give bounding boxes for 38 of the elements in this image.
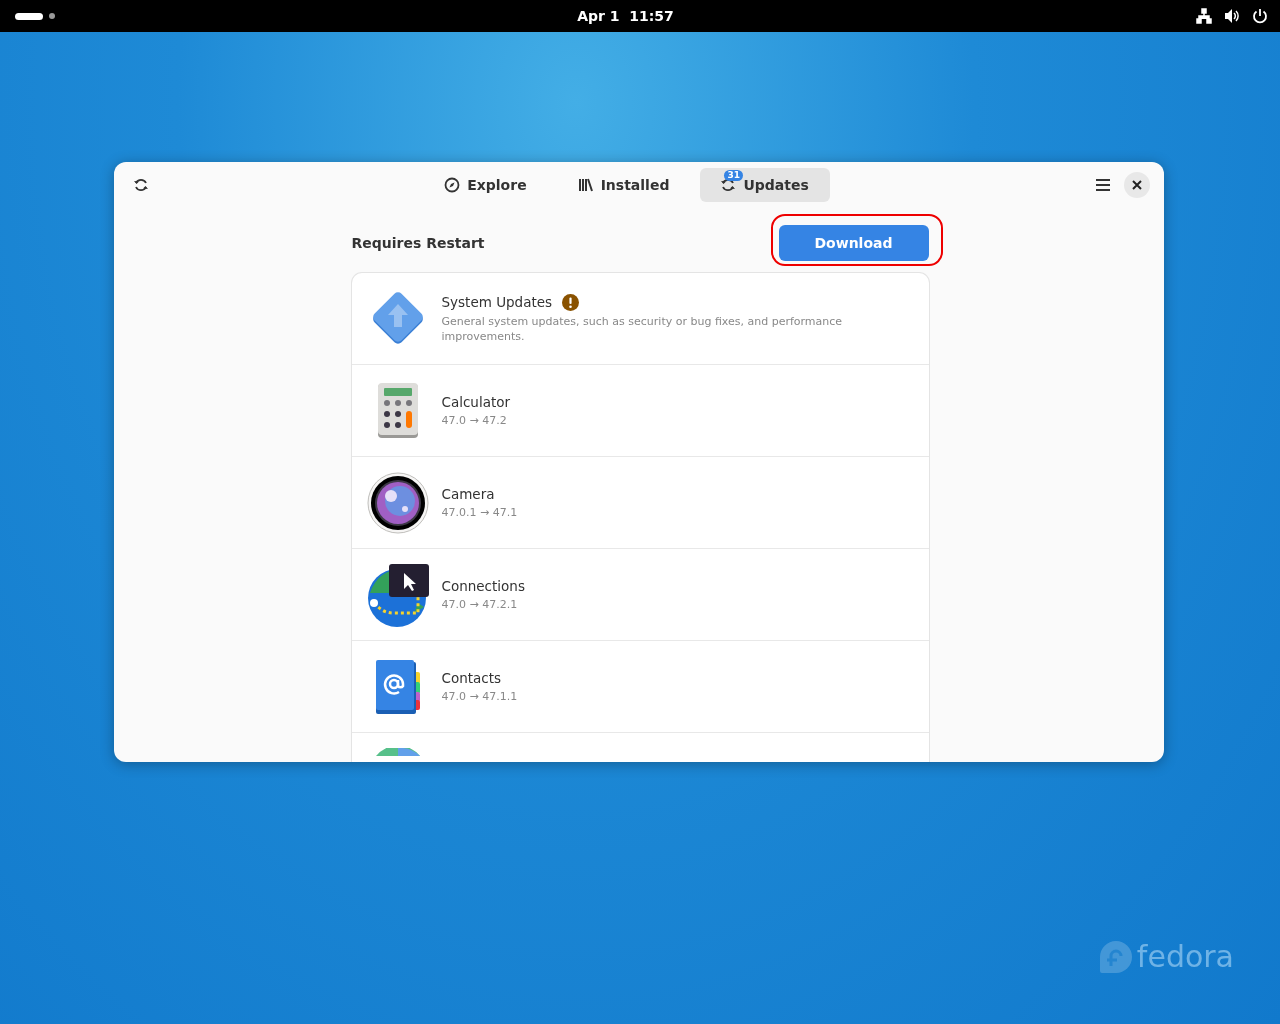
update-row[interactable]: Camera 47.0.1 → 47.1 [351, 457, 929, 549]
app-name: System Updates [441, 294, 553, 310]
power-icon[interactable] [1252, 8, 1268, 24]
workspace-indicator[interactable] [15, 12, 43, 20]
tab[interactable]: Explore [424, 168, 548, 202]
section-title: Requires Restart [351, 235, 485, 251]
version-change: 47.0 → 47.1.1 [441, 688, 518, 704]
count-badge: 31 [724, 170, 743, 181]
tab[interactable]: Updates 31 [700, 168, 830, 202]
volume-icon[interactable] [1224, 8, 1240, 24]
refresh-icon [133, 177, 149, 193]
version-change: 47.0 → 47.2 [441, 412, 508, 428]
workspace-indicator[interactable] [49, 13, 55, 19]
version-change: 47.0.1 → 47.1 [441, 504, 518, 520]
download-button[interactable]: Download [778, 225, 929, 261]
refresh-icon [720, 177, 737, 193]
camera-lens-icon [366, 471, 429, 534]
menu-icon [1095, 178, 1111, 192]
network-icon[interactable] [1196, 8, 1212, 24]
app-name: Contacts [441, 669, 502, 686]
app-name: Camera [441, 485, 495, 502]
app-name: Calculator [441, 393, 511, 410]
logo-text: fedora [1136, 939, 1234, 974]
fedora-mark-icon [1098, 939, 1133, 974]
app-name: Connections [441, 577, 525, 594]
app-description: General system updates, such as security or bug fixes, and performance improvements. [441, 313, 844, 344]
update-row[interactable]: System Updates General system updates, such as security or bug fixes, and performance improvements. [351, 273, 929, 365]
compass-icon [444, 177, 461, 193]
update-row[interactable]: Calculator 47.0 → 47.2 [351, 365, 929, 457]
library-icon [577, 177, 594, 193]
calculator-icon [375, 381, 420, 440]
clock[interactable]: Apr 1 11:57 [577, 8, 674, 24]
update-row[interactable]: Connections 47.0 → 47.2.1 [351, 549, 929, 641]
update-row[interactable]: Contacts 47.0 → 47.1.1 [351, 641, 929, 733]
tab[interactable]: Installed [557, 168, 691, 202]
version-change: 47.0 → 47.2.1 [441, 596, 519, 612]
close-icon [1132, 180, 1142, 190]
globe-cursor-icon [365, 562, 430, 627]
